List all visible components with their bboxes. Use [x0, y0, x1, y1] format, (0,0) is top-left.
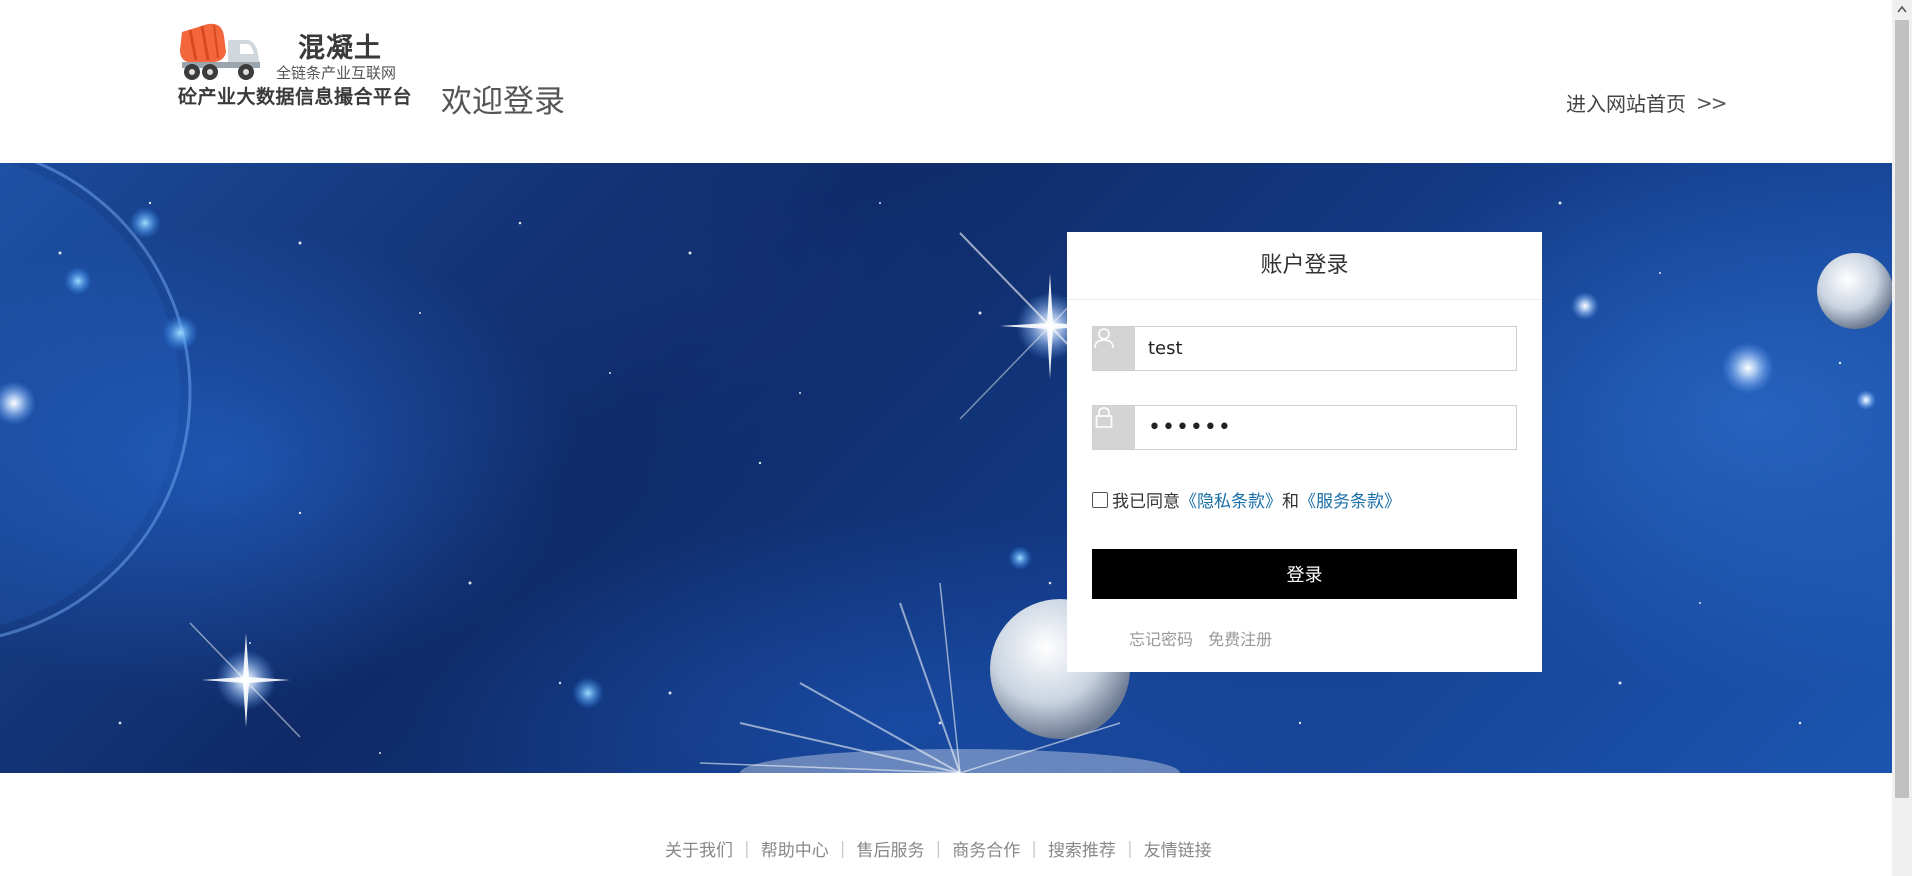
- footer-link-after-sales[interactable]: 售后服务: [856, 836, 924, 861]
- footer-links: 关于我们 | 帮助中心 | 售后服务 | 商务合作 | 搜索推荐 | 友情链接: [665, 836, 1212, 862]
- footer-link-business[interactable]: 商务合作: [952, 836, 1020, 861]
- password-field: [1092, 405, 1517, 450]
- concrete-mixer-truck-icon: [180, 23, 260, 80]
- footer-separator: |: [744, 838, 750, 859]
- username-input[interactable]: [1135, 327, 1516, 370]
- username-field: [1092, 326, 1517, 371]
- header: 混凝土 全链条产业互联网 砼产业大数据信息撮合平台 欢迎登录 进入网站首页 >>: [0, 0, 1892, 163]
- login-aux-links: 忘记密码 免费注册: [1129, 626, 1282, 650]
- privacy-terms-link[interactable]: 《隐私条款》: [1180, 487, 1282, 512]
- footer-link-about[interactable]: 关于我们: [665, 836, 733, 861]
- login-panel: 账户登录 test 我已同意 《隐私条款》 和 《服务条款》 登录 忘记密码 免…: [1067, 232, 1542, 672]
- double-chevron-right-icon: >>: [1696, 90, 1727, 115]
- forgot-password-link[interactable]: 忘记密码: [1129, 630, 1193, 649]
- footer-separator: |: [935, 838, 942, 859]
- user-icon: [1093, 327, 1135, 370]
- footer-link-search[interactable]: 搜索推荐: [1048, 836, 1116, 861]
- space-background-image: [0, 163, 1892, 773]
- login-title: 账户登录: [1067, 232, 1542, 300]
- password-input[interactable]: [1135, 406, 1516, 449]
- home-page-link[interactable]: 进入网站首页 >>: [1566, 88, 1727, 117]
- footer-link-help[interactable]: 帮助中心: [761, 836, 829, 861]
- agree-checkbox[interactable]: [1092, 491, 1108, 508]
- space-banner: 账户登录 test 我已同意 《隐私条款》 和 《服务条款》 登录 忘记密码 免…: [0, 163, 1892, 773]
- logo-name: 混凝土: [298, 33, 382, 64]
- scroll-up-arrow-icon[interactable]: [1892, 0, 1912, 18]
- scrollbar-thumb[interactable]: [1895, 20, 1909, 798]
- register-link[interactable]: 免费注册: [1208, 630, 1272, 649]
- vertical-scrollbar[interactable]: [1892, 0, 1912, 876]
- footer-link-friends[interactable]: 友情链接: [1144, 836, 1212, 861]
- terms-agreement: 我已同意 《隐私条款》 和 《服务条款》: [1092, 487, 1401, 512]
- footer-separator: |: [1031, 838, 1037, 859]
- footer-separator: |: [839, 838, 846, 859]
- login-button[interactable]: 登录: [1092, 549, 1517, 599]
- home-page-link-label: 进入网站首页: [1566, 92, 1686, 116]
- logo-platform-name: 砼产业大数据信息撮合平台: [178, 86, 413, 108]
- site-logo[interactable]: 混凝土 全链条产业互联网 砼产业大数据信息撮合平台: [178, 22, 418, 112]
- footer-separator: |: [1126, 838, 1133, 859]
- lock-icon: [1093, 406, 1135, 449]
- logo-slogan: 全链条产业互联网: [276, 64, 397, 82]
- agree-text: 我已同意: [1112, 492, 1180, 512]
- service-terms-link[interactable]: 《服务条款》: [1299, 487, 1401, 512]
- login-page: 混凝土 全链条产业互联网 砼产业大数据信息撮合平台 欢迎登录 进入网站首页 >>: [0, 0, 1912, 876]
- welcome-title: 欢迎登录: [441, 84, 565, 120]
- and-text: 和: [1282, 492, 1299, 512]
